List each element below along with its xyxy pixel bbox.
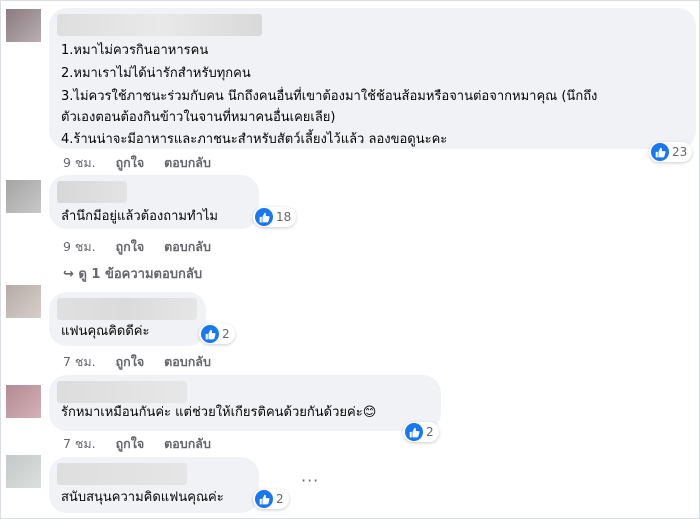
avatar[interactable] (6, 455, 41, 488)
comment-line-2: 2.หมาเราไม่ได้น่ารักสำหรับทุกคน (61, 66, 251, 81)
reaction-number: 18 (276, 210, 292, 224)
comment-text: แฟนคุณคิดดีค่ะ (61, 324, 150, 339)
reaction-count[interactable]: 2 (199, 324, 235, 344)
reaction-number: 2 (222, 327, 230, 341)
comment-bubble: สนับสนุนความคิดแฟนคุณค่ะ (49, 457, 259, 513)
avatar[interactable] (6, 385, 41, 418)
view-replies-label: ดู 1 ข้อความตอบกลับ (78, 267, 203, 282)
reaction-count[interactable]: 2 (253, 489, 289, 509)
like-icon (201, 325, 219, 343)
comment-line-3: 3.ไม่ควรใช้ภาชนะร่วมกับคน นึกถึงคนอื่นที… (61, 89, 598, 104)
comment-bubble: แฟนคุณคิดดีค่ะ (49, 292, 206, 346)
author-name-blurred[interactable] (57, 181, 127, 203)
reaction-number: 2 (426, 425, 434, 439)
comments-panel: 1.หมาไม่ควรกินอาหารคน 2.หมาเราไม่ได้น่าร… (0, 0, 700, 519)
comment-text: สนับสนุนความคิดแฟนคุณค่ะ (61, 490, 224, 505)
comment-bubble: 1.หมาไม่ควรกินอาหารคน 2.หมาเราไม่ได้น่าร… (49, 8, 696, 149)
comment-time[interactable]: 9 ชม. (63, 155, 96, 170)
comment-time[interactable]: 7 ชม. (63, 354, 96, 369)
reaction-count[interactable]: 2 (403, 422, 439, 442)
comment-actions: 9 ชม. ถูกใจ ตอบกลับ (63, 237, 227, 257)
comment-actions: 7 ชม. ถูกใจ ตอบกลับ (63, 434, 227, 454)
like-icon (651, 143, 669, 161)
like-button[interactable]: ถูกใจ (116, 239, 145, 254)
like-button[interactable]: ถูกใจ (116, 354, 145, 369)
comment-text: รักหมาเหมือนกันค่ะ แต่ช่วยให้เกียรติคนด้… (61, 405, 377, 420)
avatar[interactable] (6, 9, 41, 42)
reply-button[interactable]: ตอบกลับ (164, 155, 211, 170)
reaction-count[interactable]: 23 (649, 142, 693, 162)
reaction-number: 23 (672, 145, 688, 159)
reaction-count[interactable]: 18 (253, 207, 297, 227)
like-icon (255, 208, 273, 226)
comment-text: ลำนึกมีอยู่แล้วต้องถามทำไม (61, 209, 218, 224)
comment-line-4: ตัวเองตอนต้องกินข้าวในจานที่หมาคนอื่นเคย… (61, 110, 336, 125)
comment-bubble: ลำนึกมีอยู่แล้วต้องถามทำไม (49, 175, 259, 229)
avatar[interactable] (6, 285, 41, 318)
more-options-icon[interactable]: ··· (301, 471, 319, 490)
avatar[interactable] (6, 180, 41, 213)
comment-bubble: รักหมาเหมือนกันค่ะ แต่ช่วยให้เกียรติคนด้… (49, 375, 441, 431)
author-name-blurred[interactable] (57, 463, 187, 485)
comment-line-1: 1.หมาไม่ควรกินอาหารคน (61, 43, 209, 58)
reply-button[interactable]: ตอบกลับ (164, 436, 211, 451)
reply-arrow-icon: ↪ (63, 267, 74, 282)
comment-time[interactable]: 9 ชม. (63, 239, 96, 254)
comment-time[interactable]: 7 ชม. (63, 436, 96, 451)
like-icon (255, 490, 273, 508)
comment-actions: 9 ชม. ถูกใจ ตอบกลับ (63, 153, 227, 173)
like-icon (405, 423, 423, 441)
reply-button[interactable]: ตอบกลับ (164, 354, 211, 369)
reaction-number: 2 (276, 492, 284, 506)
author-name-blurred[interactable] (57, 14, 262, 36)
view-replies-link[interactable]: ↪ ดู 1 ข้อความตอบกลับ (63, 263, 202, 284)
like-button[interactable]: ถูกใจ (116, 436, 145, 451)
comment-actions: 7 ชม. ถูกใจ ตอบกลับ (63, 352, 227, 372)
reply-button[interactable]: ตอบกลับ (164, 239, 211, 254)
comment-line-5: 4.ร้านน่าจะมีอาหารและภาชนะสำหรับสัตว์เลี… (61, 132, 448, 147)
author-name-blurred[interactable] (57, 298, 197, 320)
author-name-blurred[interactable] (57, 381, 187, 403)
like-button[interactable]: ถูกใจ (116, 155, 145, 170)
